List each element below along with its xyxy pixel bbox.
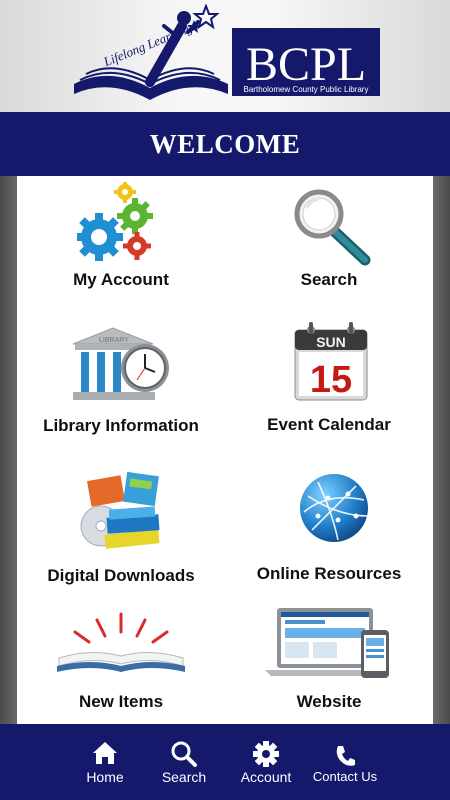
- calendar-day: SUN: [316, 334, 346, 350]
- devices-icon: [265, 608, 389, 678]
- nav-account[interactable]: Account: [230, 724, 302, 800]
- nav-search[interactable]: Search: [148, 724, 220, 800]
- nav-home[interactable]: Home: [69, 724, 141, 800]
- nav-label: Account: [240, 769, 292, 785]
- library-clock-icon: LIBRARY: [72, 327, 169, 400]
- logo-subtitle: Bartholomew County Public Library: [244, 85, 369, 94]
- phone-icon: [336, 746, 355, 766]
- tile-my-account[interactable]: My Account: [17, 176, 225, 316]
- gear-icon: [253, 741, 279, 767]
- tile-label: Website: [296, 692, 362, 711]
- tile-digital-downloads[interactable]: Digital Downloads: [17, 456, 225, 596]
- tile-library-information[interactable]: LIBRARY Library Information: [17, 316, 225, 456]
- nav-label: Home: [86, 769, 124, 785]
- right-shadow-border: [433, 176, 450, 724]
- tile-event-calendar[interactable]: SUN 15 Event Calendar: [225, 316, 433, 456]
- book-figure-icon: Lifelong Learning: [74, 4, 228, 100]
- calendar-icon: SUN 15: [294, 322, 368, 401]
- home-icon: [93, 742, 117, 764]
- welcome-banner: WELCOME: [0, 112, 450, 176]
- nav-contact-us[interactable]: Contact Us: [305, 724, 385, 800]
- tile-new-items[interactable]: New Items: [17, 596, 225, 724]
- header: Lifelong Learning BCPL Bartholomew Count…: [0, 0, 450, 112]
- magnifier-icon: [294, 189, 371, 266]
- search-icon: [171, 741, 197, 767]
- tile-label: New Items: [78, 692, 164, 711]
- open-book-icon: [57, 612, 185, 672]
- tile-website[interactable]: Website: [225, 596, 433, 724]
- tile-search[interactable]: Search: [225, 176, 433, 316]
- tile-label: Online Resources: [256, 564, 402, 583]
- nav-label: Search: [161, 769, 207, 785]
- gears-icon: [77, 182, 153, 261]
- logo-tagline: Lifelong Learning: [100, 20, 194, 70]
- tile-label: Library Information: [43, 416, 199, 435]
- books-disc-icon: [80, 471, 160, 549]
- tile-label: My Account: [73, 270, 169, 289]
- nav-label: Contact Us: [312, 769, 378, 784]
- bcpl-logo: Lifelong Learning BCPL Bartholomew Count…: [74, 4, 380, 100]
- welcome-title: WELCOME: [149, 128, 301, 159]
- calendar-date: 15: [310, 359, 352, 401]
- svg-text:LIBRARY: LIBRARY: [99, 337, 129, 344]
- menu-grid: My Account Search LIBRARY Library Inform…: [17, 176, 433, 724]
- tile-label: Event Calendar: [267, 415, 391, 434]
- left-shadow-border: [0, 176, 17, 724]
- tile-label: Search: [300, 270, 358, 289]
- tile-online-resources[interactable]: Online Resources: [225, 456, 433, 596]
- logo-title: BCPL: [246, 38, 366, 91]
- globe-icon: [300, 474, 369, 542]
- tile-label: Digital Downloads: [47, 566, 195, 585]
- bottom-nav: Home Search Account Contact Us: [0, 724, 450, 800]
